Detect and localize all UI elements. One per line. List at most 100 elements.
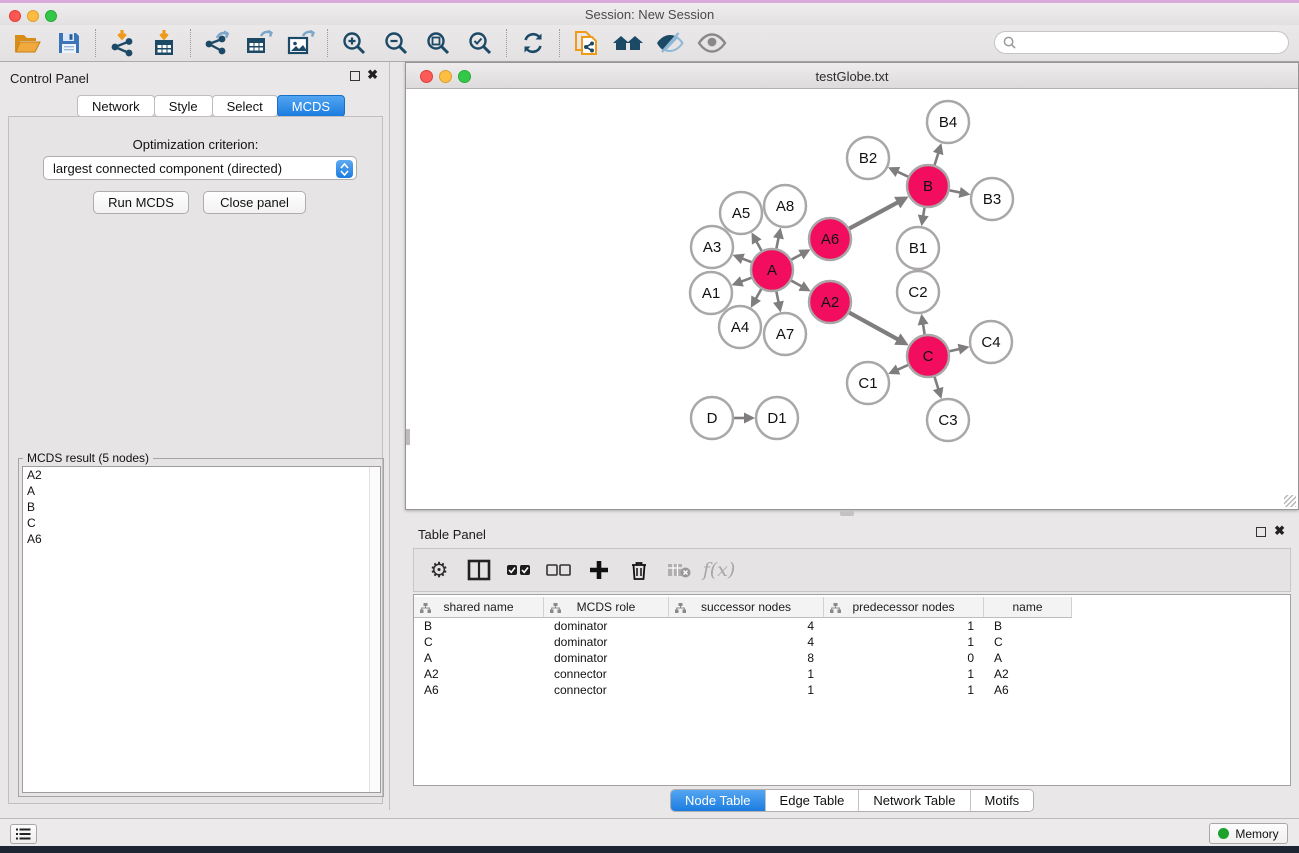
- tab-network-table[interactable]: Network Table: [859, 790, 970, 811]
- cell-successor-nodes[interactable]: 4: [669, 618, 824, 634]
- memory-button[interactable]: Memory: [1209, 823, 1288, 844]
- cell-MCDS-role[interactable]: dominator: [544, 634, 669, 650]
- cell-shared-name[interactable]: A2: [414, 666, 544, 682]
- show-columns-icon[interactable]: [466, 557, 492, 583]
- clone-network-icon[interactable]: [565, 27, 607, 59]
- search-field[interactable]: [994, 31, 1289, 54]
- table-close-icon[interactable]: ✖: [1274, 525, 1285, 536]
- zoom-in-icon[interactable]: [333, 27, 375, 59]
- cell-predecessor-nodes[interactable]: 0: [824, 650, 984, 666]
- criterion-dropdown[interactable]: largest connected component (directed): [43, 156, 357, 180]
- cell-successor-nodes[interactable]: 4: [669, 634, 824, 650]
- table-row[interactable]: Cdominator41C: [414, 634, 1290, 650]
- table-float-icon[interactable]: [1256, 527, 1266, 540]
- mcds-result-list[interactable]: A2ABCA6: [22, 466, 381, 793]
- cell-shared-name[interactable]: A: [414, 650, 544, 666]
- export-image-icon[interactable]: [280, 27, 322, 59]
- network-graph[interactable]: B4B2BB3A8A5A6A3B1AC2A1A2A4A7C4CC1C3DD1: [407, 89, 1291, 507]
- cell-shared-name[interactable]: B: [414, 618, 544, 634]
- function-builder-icon: f(x): [706, 557, 732, 583]
- divider-handle[interactable]: [840, 511, 854, 516]
- add-icon[interactable]: [586, 557, 612, 583]
- refresh-icon[interactable]: [512, 27, 554, 59]
- table-row[interactable]: Bdominator41B: [414, 618, 1290, 634]
- column-header-predecessor-nodes[interactable]: predecessor nodes: [824, 597, 984, 618]
- cell-name[interactable]: B: [984, 618, 1072, 634]
- cell-name[interactable]: C: [984, 634, 1072, 650]
- zoom-fit-icon[interactable]: [417, 27, 459, 59]
- tab-node-table[interactable]: Node Table: [671, 790, 766, 811]
- column-header-MCDS-role[interactable]: MCDS role: [544, 597, 669, 618]
- node-label-B4: B4: [939, 114, 957, 131]
- node-label-C2: C2: [908, 284, 927, 301]
- edge-A6-B[interactable]: [847, 202, 899, 230]
- node-label-C1: C1: [858, 375, 877, 392]
- table-row[interactable]: A6connector11A6: [414, 682, 1290, 698]
- cell-name[interactable]: A2: [984, 666, 1072, 682]
- mcds-result-legend: MCDS result (5 nodes): [23, 451, 153, 465]
- close-panel-icon[interactable]: ✖: [367, 69, 378, 80]
- cell-MCDS-role[interactable]: connector: [544, 682, 669, 698]
- show-all-icon[interactable]: [691, 27, 733, 59]
- result-item[interactable]: A: [23, 483, 380, 499]
- cell-predecessor-nodes[interactable]: 1: [824, 666, 984, 682]
- task-history-button[interactable]: [10, 824, 37, 844]
- result-item[interactable]: B: [23, 499, 380, 515]
- table-row[interactable]: Adominator80A: [414, 650, 1290, 666]
- column-header-successor-nodes[interactable]: successor nodes: [669, 597, 824, 618]
- tab-style[interactable]: Style: [154, 95, 213, 117]
- tab-edge-table[interactable]: Edge Table: [766, 790, 860, 811]
- arrowhead-icon: [933, 143, 943, 155]
- delete-icon[interactable]: [626, 557, 652, 583]
- tab-motifs[interactable]: Motifs: [971, 790, 1034, 811]
- cell-predecessor-nodes[interactable]: 1: [824, 618, 984, 634]
- select-all-icon[interactable]: [506, 557, 532, 583]
- search-input[interactable]: [1021, 36, 1288, 50]
- result-item[interactable]: A2: [23, 467, 380, 483]
- mcds-result-group: MCDS result (5 nodes) A2ABCA6: [18, 458, 384, 797]
- zoom-selected-icon[interactable]: [459, 27, 501, 59]
- import-table-icon[interactable]: [143, 27, 185, 59]
- tab-network[interactable]: Network: [77, 95, 155, 117]
- run-mcds-button[interactable]: Run MCDS: [93, 191, 189, 214]
- cell-successor-nodes[interactable]: 1: [669, 666, 824, 682]
- vertical-scroll-thumb[interactable]: [406, 429, 410, 445]
- open-file-icon[interactable]: [6, 27, 48, 59]
- edge-A2-C[interactable]: [847, 311, 899, 340]
- cell-MCDS-role[interactable]: dominator: [544, 650, 669, 666]
- deselect-all-icon[interactable]: [546, 557, 572, 583]
- cell-successor-nodes[interactable]: 8: [669, 650, 824, 666]
- column-header-shared-name[interactable]: shared name: [414, 597, 544, 618]
- close-panel-button[interactable]: Close panel: [203, 191, 306, 214]
- cell-predecessor-nodes[interactable]: 1: [824, 634, 984, 650]
- cell-shared-name[interactable]: C: [414, 634, 544, 650]
- table-body: Bdominator41BCdominator41CAdominator80AA…: [414, 618, 1290, 698]
- tab-mcds[interactable]: MCDS: [277, 95, 345, 117]
- import-network-icon[interactable]: [101, 27, 143, 59]
- cell-successor-nodes[interactable]: 1: [669, 682, 824, 698]
- cell-MCDS-role[interactable]: dominator: [544, 618, 669, 634]
- export-table-icon[interactable]: [238, 27, 280, 59]
- zoom-out-icon[interactable]: [375, 27, 417, 59]
- cell-shared-name[interactable]: A6: [414, 682, 544, 698]
- desktop-edge-bottom: [0, 846, 1299, 853]
- cell-name[interactable]: A: [984, 650, 1072, 666]
- result-scrollbar[interactable]: [369, 467, 380, 792]
- cell-predecessor-nodes[interactable]: 1: [824, 682, 984, 698]
- cell-name[interactable]: A6: [984, 682, 1072, 698]
- first-neighbors-icon[interactable]: [607, 27, 649, 59]
- save-icon[interactable]: [48, 27, 90, 59]
- gear-icon[interactable]: ⚙: [426, 557, 452, 583]
- float-panel-icon[interactable]: [350, 71, 360, 84]
- node-label-C: C: [923, 348, 934, 365]
- result-item[interactable]: A6: [23, 531, 380, 547]
- table-row[interactable]: A2connector11A2: [414, 666, 1290, 682]
- cell-MCDS-role[interactable]: connector: [544, 666, 669, 682]
- tab-select[interactable]: Select: [212, 95, 278, 117]
- table-toolbar: ⚙ f(x): [413, 548, 1291, 592]
- export-network-icon[interactable]: [196, 27, 238, 59]
- column-header-name[interactable]: name: [984, 597, 1072, 618]
- result-item[interactable]: C: [23, 515, 380, 531]
- hide-selected-icon[interactable]: [649, 27, 691, 59]
- resize-grip-icon[interactable]: [1284, 495, 1296, 507]
